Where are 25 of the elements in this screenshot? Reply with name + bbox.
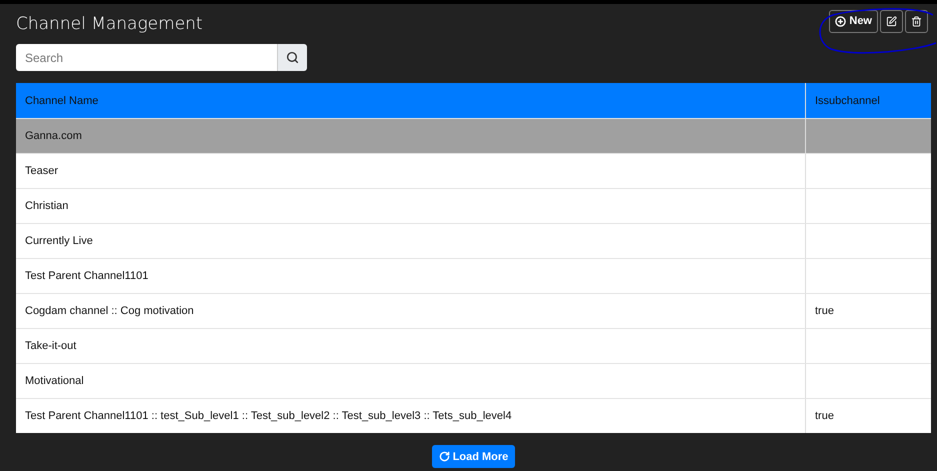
table-row[interactable]: Test Parent Channel1101 — [16, 258, 931, 293]
refresh-icon[interactable] — [438, 451, 450, 462]
table-row[interactable]: Currently Live — [16, 223, 931, 258]
page-title: Channel Management — [16, 14, 203, 34]
edit-icon[interactable] — [886, 16, 897, 26]
table-row[interactable]: Teaser — [16, 153, 931, 188]
new-button[interactable]: New — [829, 10, 878, 32]
plus-icon[interactable] — [835, 16, 846, 26]
table-row[interactable]: Test Parent Channel1101 :: test_Sub_level1 :: Test_sub_level2 :: Test_sub_level3 :: Tets_sub_level4 true — [16, 398, 931, 433]
table-row[interactable]: Motivational — [16, 363, 931, 398]
table-row[interactable]: Ganna.com — [16, 118, 931, 153]
load-more-button[interactable]: Load More — [432, 445, 516, 468]
delete-button[interactable] — [905, 10, 928, 32]
table-row[interactable]: Christian — [16, 188, 931, 223]
table-row[interactable]: Take-it-out — [16, 328, 931, 363]
search-field[interactable]: Search — [16, 44, 277, 71]
table-cell-text: true — [814, 304, 835, 319]
trash-icon[interactable] — [911, 16, 922, 26]
edit-button[interactable] — [880, 10, 903, 32]
table-cell: Test Parent Channel1101 :: test_Sub_level1 :: Test_sub_level2 :: Test_sub_level3 :: Tets_sub_level4 — [16, 399, 806, 433]
search-icon[interactable] — [286, 51, 299, 64]
column-header: Issubchannel — [814, 94, 881, 108]
table-row[interactable]: Cogdam channel :: Cog motivation true — [16, 293, 931, 328]
search-button[interactable] — [277, 44, 307, 71]
table-cell-text: true — [814, 409, 835, 424]
